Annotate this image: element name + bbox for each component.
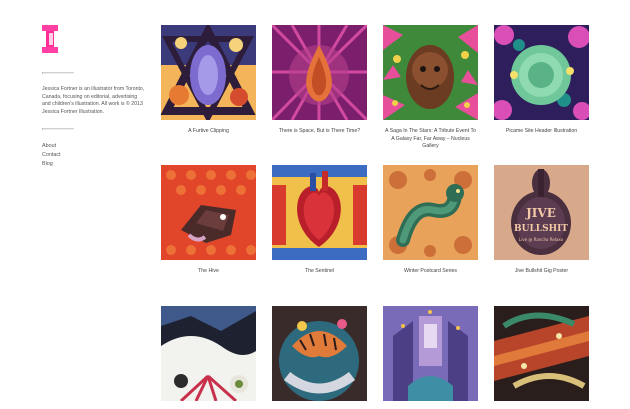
portfolio-item[interactable]: A Saga In The Stars: A Tribute Event To … [383,25,478,151]
portfolio-item[interactable]: A Furtive Clipping [161,25,256,136]
portfolio-item[interactable] [383,306,478,409]
artwork-thumbnail[interactable] [272,306,367,401]
divider [42,72,74,74]
artwork-caption[interactable]: There is Space, But is There Time? [272,128,367,136]
sidebar: Jessica Fortner is an illustrator from T… [42,25,147,169]
artwork-caption[interactable]: A Furtive Clipping [161,128,256,136]
artwork-thumbnail[interactable] [383,165,478,260]
portfolio-item[interactable]: JIVE BULLSHIT Live @ Rancho Relaxo Jive … [494,165,589,276]
divider [42,128,74,131]
artwork-caption[interactable]: Picame Site Header Illustration [494,128,589,136]
nav-contact-link[interactable]: Contact [42,151,147,160]
artwork-thumbnail[interactable] [161,165,256,260]
artwork-thumbnail[interactable] [383,25,478,120]
portfolio-item[interactable] [272,306,367,409]
portfolio-item[interactable]: Picame Site Header Illustration [494,25,589,136]
portfolio-item[interactable]: Winter Postcard Series [383,165,478,276]
portfolio-item[interactable]: There is Space, But is There Time? [272,25,367,136]
artwork-thumbnail[interactable] [161,25,256,120]
poster-venue-text: Live @ Rancho Relaxo [519,237,564,242]
artwork-thumbnail[interactable] [272,165,367,260]
artwork-caption[interactable]: The Sentinel [272,268,367,276]
nav-about-link[interactable]: About [42,142,147,151]
artwork-thumbnail[interactable] [494,306,589,401]
portfolio-item[interactable]: The Hive [161,165,256,276]
artwork-caption[interactable]: A Saga In The Stars: A Tribute Event To … [383,128,478,151]
poster-title-text: JIVE [525,206,556,220]
poster-subtitle-text: BULLSHIT [514,224,568,234]
portfolio-item[interactable] [494,306,589,409]
artwork-caption[interactable]: Jive Bullshit Gig Poster [494,268,589,276]
bio-text: Jessica Fortner is an illustrator from T… [42,86,145,115]
artwork-thumbnail[interactable] [383,306,478,401]
artwork-thumbnail[interactable] [161,306,256,401]
main-nav: About Contact Blog [42,142,147,169]
nav-blog-link[interactable]: Blog [42,160,147,169]
portfolio-item[interactable]: The Sentinel [272,165,367,276]
artwork-thumbnail[interactable]: JIVE BULLSHIT Live @ Rancho Relaxo [494,165,589,260]
artwork-caption[interactable]: Winter Postcard Series [383,268,478,276]
artwork-caption[interactable]: The Hive [161,268,256,276]
portfolio-item[interactable] [161,306,256,409]
artwork-thumbnail[interactable] [494,25,589,120]
artwork-thumbnail[interactable] [272,25,367,120]
logo-home-link[interactable] [42,25,58,53]
